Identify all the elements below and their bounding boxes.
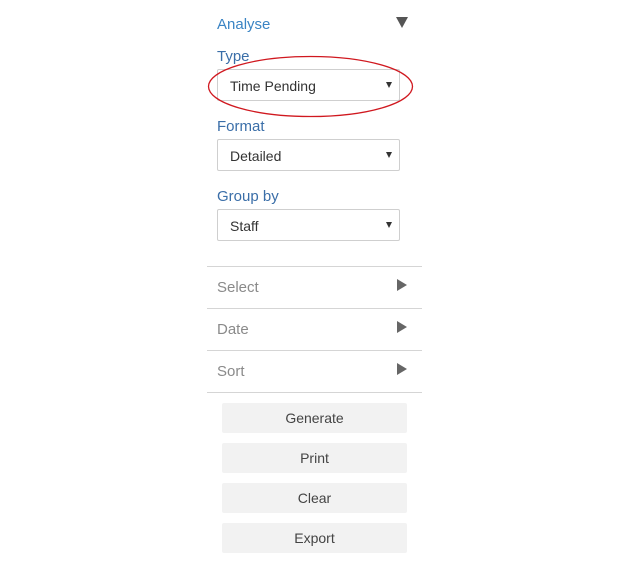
expand-triangle-icon [397, 363, 407, 375]
format-select[interactable]: Detailed [217, 139, 400, 171]
divider [207, 392, 422, 393]
date-section-label: Date [217, 321, 249, 338]
sort-section-label: Sort [217, 363, 245, 380]
export-button[interactable]: Export [222, 523, 407, 553]
dropdown-caret-icon [386, 82, 392, 88]
expand-triangle-icon [397, 279, 407, 291]
group-by-label: Group by [217, 188, 279, 205]
type-label: Type [217, 48, 250, 65]
report-options-panel: Analyse Type Time Pending Format Detaile… [207, 0, 422, 562]
group-by-select-value: Staff [230, 218, 259, 234]
format-select-value: Detailed [230, 148, 282, 164]
group-by-select[interactable]: Staff [217, 209, 400, 241]
type-select-value: Time Pending [230, 78, 316, 94]
sort-section-toggle[interactable]: Sort [207, 351, 422, 393]
clear-button[interactable]: Clear [222, 483, 407, 513]
collapse-triangle-icon[interactable] [396, 17, 408, 28]
format-label: Format [217, 118, 265, 135]
type-select[interactable]: Time Pending [217, 69, 400, 101]
expand-triangle-icon [397, 321, 407, 333]
select-section-toggle[interactable]: Select [207, 267, 422, 309]
print-button[interactable]: Print [222, 443, 407, 473]
dropdown-caret-icon [386, 152, 392, 158]
select-section-label: Select [217, 279, 259, 296]
analyse-header[interactable]: Analyse [217, 16, 270, 33]
date-section-toggle[interactable]: Date [207, 309, 422, 351]
dropdown-caret-icon [386, 222, 392, 228]
generate-button[interactable]: Generate [222, 403, 407, 433]
